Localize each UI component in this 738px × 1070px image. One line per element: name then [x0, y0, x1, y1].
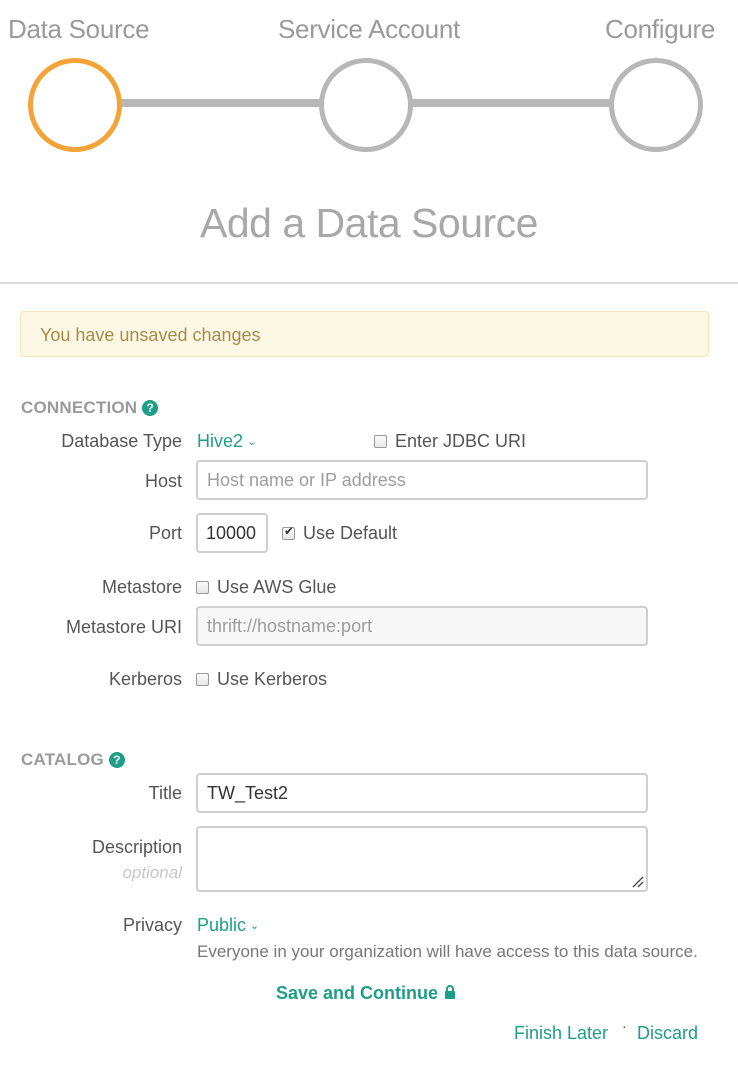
use-default-checkbox[interactable]	[282, 524, 295, 540]
step-label-data-source: Data Source	[8, 14, 150, 44]
port-input[interactable]	[196, 513, 268, 553]
title-input[interactable]	[196, 773, 648, 813]
port-label: Port	[148, 523, 182, 543]
database-type-value: Hive2	[197, 431, 244, 451]
privacy-help-text: Everyone in your organization will have …	[197, 942, 698, 961]
metastore-label: Metastore	[101, 577, 182, 597]
step-circle-service-account	[319, 58, 413, 152]
database-type-dropdown[interactable]: Hive2 ⌄	[197, 431, 256, 452]
page-title: Add a Data Source	[200, 200, 538, 246]
privacy-label: Privacy	[122, 915, 182, 935]
jdbc-uri-checkbox-row[interactable]: Enter JDBC URI	[374, 431, 526, 452]
metastore-uri-label: Metastore URI	[65, 617, 182, 637]
aws-glue-checkbox-row[interactable]: Use AWS Glue	[196, 577, 336, 598]
save-and-continue-button[interactable]: Save and Continue	[276, 983, 456, 1004]
privacy-dropdown[interactable]: Public ⌄	[197, 915, 259, 936]
aws-glue-checkbox[interactable]	[196, 581, 209, 594]
step-connector-1	[118, 99, 328, 107]
resize-handle-icon[interactable]	[632, 876, 644, 888]
chevron-down-icon: ⌄	[250, 920, 260, 932]
database-type-label: Database Type	[61, 431, 182, 451]
step-label-configure: Configure	[605, 14, 716, 44]
catalog-heading-text: CATALOG	[21, 750, 104, 769]
connection-heading-text: CONNECTION	[21, 398, 138, 417]
catalog-heading: CATALOG?	[21, 750, 125, 770]
use-default-label: Use Default	[303, 523, 398, 543]
step-label-service-account: Service Account	[278, 14, 460, 44]
question-circle-icon[interactable]: ?	[142, 400, 159, 416]
host-input[interactable]	[196, 460, 648, 500]
aws-glue-label: Use AWS Glue	[217, 577, 337, 597]
connection-heading: CONNECTION?	[21, 398, 159, 418]
kerberos-checkbox[interactable]	[196, 673, 209, 686]
kerberos-checkbox-label: Use Kerberos	[217, 669, 328, 689]
header-divider	[0, 282, 738, 284]
metastore-uri-input[interactable]	[196, 606, 648, 646]
alert-text: You have unsaved changes	[40, 325, 261, 345]
question-circle-icon[interactable]: ?	[108, 752, 125, 768]
save-and-continue-label: Save and Continue	[276, 983, 439, 1003]
title-label: Title	[148, 783, 182, 803]
description-optional-hint: optional	[122, 863, 182, 882]
lock-icon	[445, 985, 456, 999]
unsaved-changes-alert: You have unsaved changes	[20, 311, 709, 357]
step-connector-2	[408, 99, 618, 107]
privacy-value: Public	[197, 915, 247, 935]
description-textarea[interactable]	[196, 826, 648, 892]
kerberos-label: Kerberos	[108, 669, 182, 689]
host-label: Host	[144, 471, 182, 491]
actions-separator: ·	[622, 1018, 627, 1034]
chevron-down-icon: ⌄	[247, 436, 257, 448]
finish-later-link[interactable]: Finish Later	[514, 1023, 608, 1044]
kerberos-checkbox-row[interactable]: Use Kerberos	[196, 669, 327, 690]
jdbc-uri-checkbox[interactable]	[374, 435, 387, 448]
jdbc-uri-label: Enter JDBC URI	[395, 431, 527, 451]
description-label: Description	[91, 837, 182, 857]
use-default-checkbox-row[interactable]: Use Default	[282, 523, 397, 544]
step-circle-data-source	[28, 58, 122, 152]
discard-link[interactable]: Discard	[637, 1023, 698, 1044]
step-circle-configure	[609, 58, 703, 152]
